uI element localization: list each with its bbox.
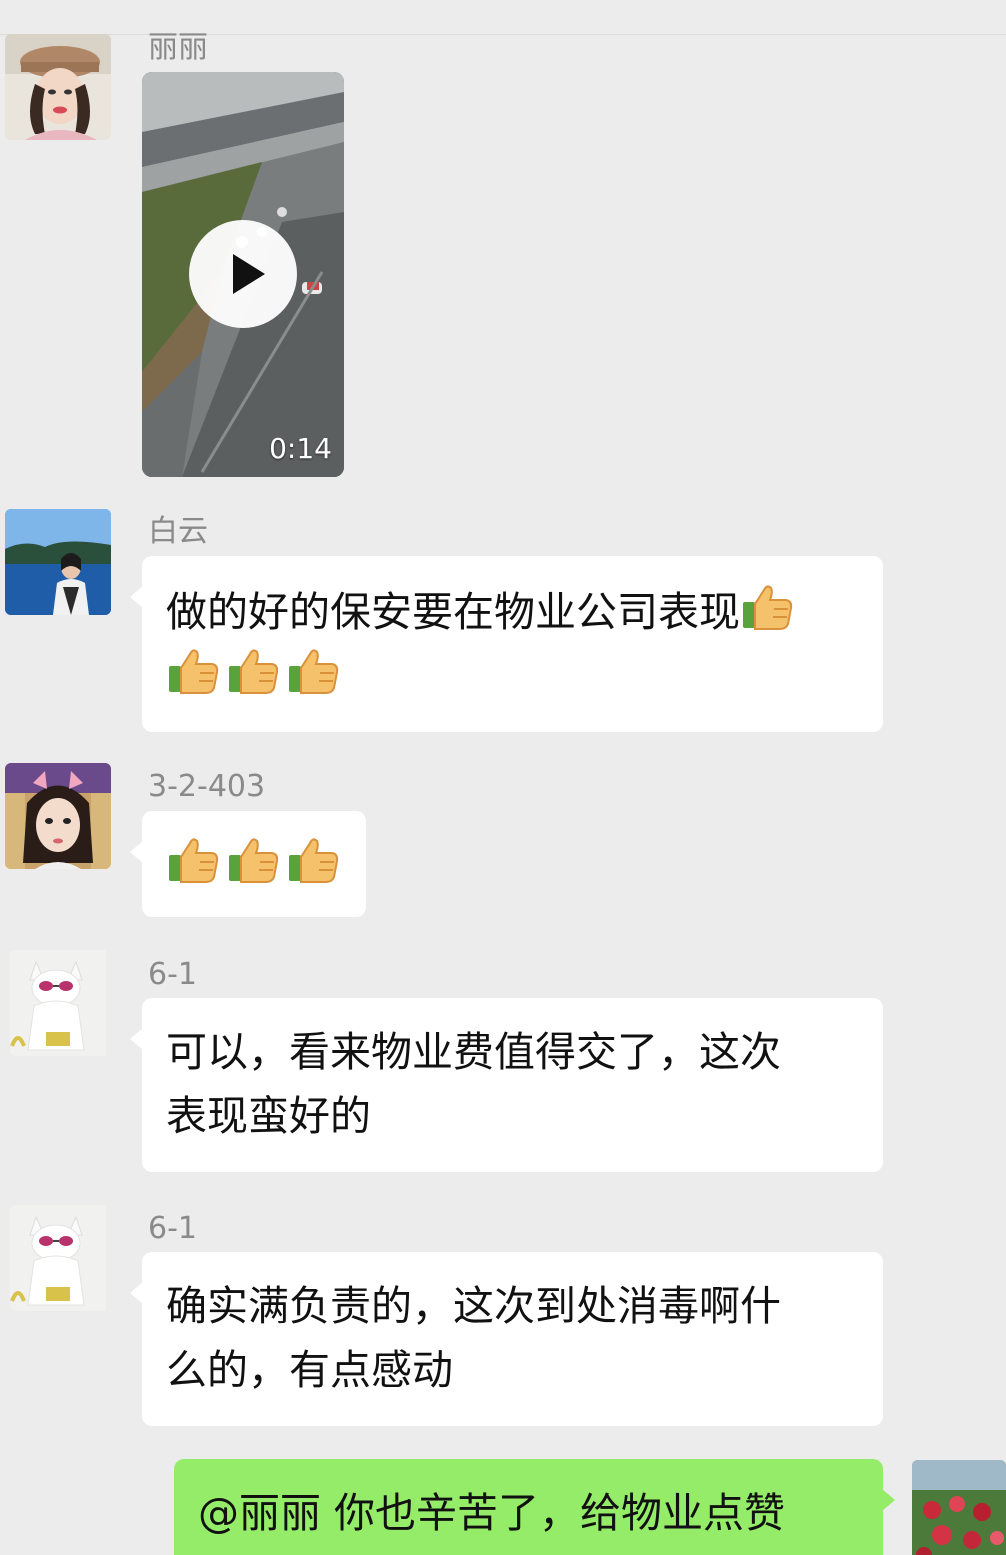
sender-name: 3-2-403 (148, 769, 266, 804)
avatar-3-2-403[interactable] (5, 763, 111, 869)
message-text: 表现蛮好的 (166, 1092, 371, 1140)
avatar-white-cat-icon (10, 950, 106, 1056)
message-bubble[interactable] (130, 811, 366, 917)
thumbs-up-icon (169, 838, 219, 883)
thumbs-up-icon (229, 838, 279, 883)
message-text: @丽丽 你也辛苦了，给物业点赞 (198, 1489, 786, 1537)
message-bubble[interactable]: 确实满负责的，这次到处消毒啊什 么的，有点感动 (130, 1252, 883, 1426)
message-bubble[interactable]: 做的好的保安要在物业公司表现 (130, 556, 883, 732)
avatar-flowers-icon (912, 1460, 1006, 1555)
message-text: 么的，有点感动 (166, 1346, 453, 1394)
message-text: 可以，看来物业费值得交了，这次 (166, 1028, 781, 1076)
chat-window: 丽丽 0:14 白云 做的好的保安要在物业公司表现 3-2-403 6-1 可以… (0, 0, 1006, 1555)
message-bubble[interactable]: 可以，看来物业费值得交了，这次 表现蛮好的 (130, 998, 883, 1172)
thumbs-up-icon (169, 649, 219, 694)
sender-name: 白云 (148, 514, 208, 549)
avatar-lili[interactable] (5, 34, 111, 140)
video-message[interactable]: 0:14 (142, 72, 344, 477)
sender-name: 6-1 (148, 1211, 197, 1246)
sender-name: 丽丽 (148, 30, 208, 65)
avatar-6-1[interactable] (10, 1205, 116, 1311)
video-duration: 0:14 (269, 432, 332, 465)
avatar-lake-portrait-icon (5, 509, 111, 615)
thumbs-up-icon (743, 585, 793, 630)
play-button[interactable] (189, 220, 297, 328)
outgoing-message-bubble[interactable]: @丽丽 你也辛苦了，给物业点赞 (174, 1459, 895, 1555)
thumbs-up-icon (289, 838, 339, 883)
sender-name: 6-1 (148, 957, 197, 992)
avatar-baiyun[interactable] (5, 509, 111, 615)
message-text: 做的好的保安要在物业公司表现 (166, 588, 740, 636)
emoji-row (166, 833, 346, 897)
thumbs-up-icon (229, 649, 279, 694)
avatar-white-cat-icon (10, 1205, 106, 1311)
emoji-row (166, 644, 346, 708)
thumbs-up-icon (289, 649, 339, 694)
avatar-woman-hat-icon (5, 34, 111, 140)
play-icon (233, 254, 265, 294)
avatar-6-1[interactable] (10, 950, 116, 1056)
message-text: 确实满负责的，这次到处消毒啊什 (166, 1282, 781, 1330)
avatar-girl-cat-ears-icon (5, 763, 111, 869)
avatar-me[interactable] (912, 1460, 1006, 1555)
message-line: 做的好的保安要在物业公司表现 (166, 580, 859, 644)
